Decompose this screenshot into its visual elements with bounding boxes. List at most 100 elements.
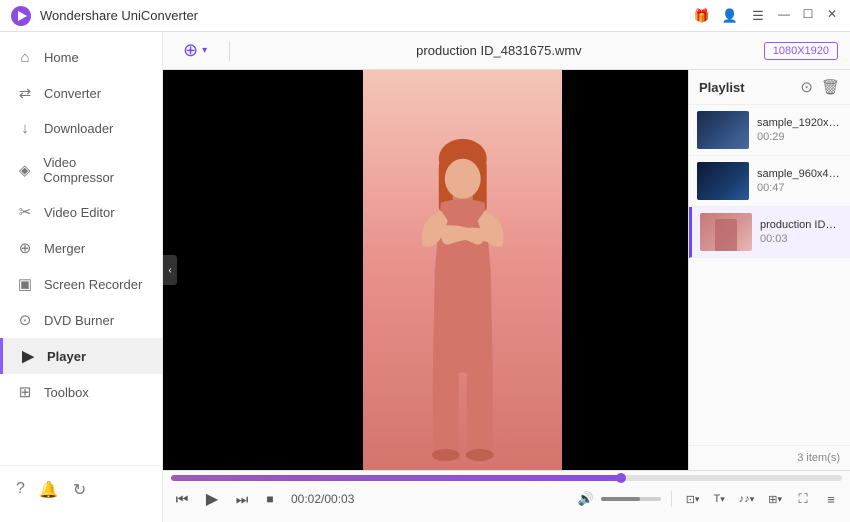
thumb-landscape [697,111,749,149]
progress-bar[interactable] [171,475,842,481]
playlist-delete-icon[interactable]: 🗑 [821,78,840,96]
sidebar-label-editor: Video Editor [44,205,115,220]
playlist-item-3[interactable]: production ID_4... 00:03 [689,207,850,258]
playlist-item-info-2: sample_960x400... 00:47 [757,168,842,194]
video-playlist-area: ‹ Playlist ⊙ 🗑 [163,70,850,470]
thumb-ocean [697,162,749,200]
video-black-right [562,70,688,470]
video-icon: ⊞ [768,493,777,506]
sidebar-item-converter[interactable]: ⇄ Converter [0,75,162,111]
close-button[interactable]: ✕ [824,6,840,22]
sidebar-bottom: ? 🔔 ↻ [0,465,162,514]
gift-icon[interactable]: 🎁 [692,6,712,26]
more-options-button[interactable]: ≡ [820,488,842,510]
playlist-header-icons: ⊙ 🗑 [800,78,840,96]
sync-icon[interactable]: ↻ [73,480,86,500]
player-topbar: ⊕ ▾ production ID_4831675.wmv 1080X1920 [163,32,850,70]
add-file-button[interactable]: ⊕ ▾ [175,36,215,65]
player-icon: ▶ [19,347,37,365]
text-chevron: ▾ [720,494,725,505]
sidebar-item-merger[interactable]: ⊕ Merger [0,230,162,266]
account-icon[interactable]: 👤 [720,6,740,26]
sidebar-label-toolbox: Toolbox [44,385,89,400]
add-dropdown-icon: ▾ [202,45,207,56]
volume-area: 🔊 [575,488,661,510]
player-controls: ⏮ ▶ ⏭ ■ 00:02/00:03 🔊 ⊡ ▾ [163,470,850,522]
playlist-item-2[interactable]: sample_960x400... 00:47 [689,156,850,207]
main-layout: ⌂ Home ⇄ Converter ↓ Downloader ◈ Video … [0,32,850,522]
help-icon[interactable]: ? [16,480,25,500]
play-button[interactable]: ▶ [199,486,225,512]
sidebar-label-compressor: Video Compressor [43,155,146,185]
downloader-icon: ↓ [16,120,34,137]
playlist-item-info-1: sample_1920x10... 00:29 [757,117,842,143]
current-time: 00:02 [291,492,321,506]
playlist-settings-icon[interactable]: ⊙ [800,78,813,96]
collapse-arrow[interactable]: ‹ [163,255,177,285]
divider [229,41,230,61]
compressor-icon: ◈ [16,161,33,179]
sidebar-item-video-compressor[interactable]: ◈ Video Compressor [0,146,162,194]
playlist-thumb-3 [700,213,752,251]
playlist-thumb-2 [697,162,749,200]
subtitle-icon: ⊡ [686,493,695,506]
playlist-thumb-1 [697,111,749,149]
sidebar-item-screen-recorder[interactable]: ▣ Screen Recorder [0,266,162,302]
video-dropdown[interactable]: ⊞ ▾ [764,491,786,508]
sidebar-item-home[interactable]: ⌂ Home [0,40,162,75]
video-black-left [163,70,363,470]
playlist-item-duration-3: 00:03 [760,233,842,245]
title-bar-controls: 🎁 👤 ☰ — ☐ ✕ [692,6,840,26]
sidebar-bottom-icons: ? 🔔 ↻ [0,474,162,506]
stop-button[interactable]: ■ [259,488,281,510]
text-dropdown[interactable]: T ▾ [709,491,728,507]
video-chevron: ▾ [777,494,782,505]
controls-divider [671,491,672,507]
sidebar-label-player: Player [47,349,86,364]
sidebar-item-player[interactable]: ▶ Player [0,338,162,374]
thumb-person [715,219,737,251]
recorder-icon: ▣ [16,275,34,293]
converter-icon: ⇄ [16,84,34,102]
add-icon: ⊕ [183,40,198,61]
volume-slider[interactable] [601,497,661,501]
thumb-pink [700,213,752,251]
sidebar-label-converter: Converter [44,86,101,101]
next-button[interactable]: ⏭ [231,488,253,510]
prev-button[interactable]: ⏮ [171,488,193,510]
menu-icon[interactable]: ☰ [748,6,768,26]
home-icon: ⌂ [16,49,34,66]
sidebar-item-video-editor[interactable]: ✂ Video Editor [0,194,162,230]
items-count: 3 item(s) [797,452,840,464]
playlist-items: sample_1920x10... 00:29 sample_960x400..… [689,105,850,445]
sidebar-label-recorder: Screen Recorder [44,277,142,292]
playlist-item-1[interactable]: sample_1920x10... 00:29 [689,105,850,156]
video-area[interactable]: ‹ [163,70,688,470]
sidebar-item-dvd-burner[interactable]: ⊙ DVD Burner [0,302,162,338]
progress-thumb[interactable] [616,473,626,483]
minimize-button[interactable]: — [776,6,792,22]
sidebar-item-toolbox[interactable]: ⊞ Toolbox [0,374,162,410]
time-display: 00:02/00:03 [291,492,354,506]
app-logo [10,5,32,27]
playlist-item-name-3: production ID_4... [760,219,842,231]
sidebar-label-dvd: DVD Burner [44,313,114,328]
video-pink-center [363,70,563,470]
toolbox-icon: ⊞ [16,383,34,401]
playlist-title: Playlist [699,80,745,95]
video-display [163,70,688,470]
sidebar-item-downloader[interactable]: ↓ Downloader [0,111,162,146]
playlist-header: Playlist ⊙ 🗑 [689,70,850,105]
filename-label: production ID_4831675.wmv [244,43,754,58]
person-svg [363,70,563,470]
subtitle-chevron: ▾ [695,494,700,505]
notifications-icon[interactable]: 🔔 [39,480,59,500]
fullscreen-button[interactable]: ⛶ [792,488,814,510]
volume-icon[interactable]: 🔊 [575,488,597,510]
resolution-badge: 1080X1920 [764,42,838,60]
content-area: ⊕ ▾ production ID_4831675.wmv 1080X1920 [163,32,850,522]
sidebar-label-downloader: Downloader [44,121,113,136]
subtitle-dropdown[interactable]: ⊡ ▾ [682,491,704,508]
audio-dropdown[interactable]: ♪♪ ▾ [735,491,759,507]
maximize-button[interactable]: ☐ [800,6,816,22]
